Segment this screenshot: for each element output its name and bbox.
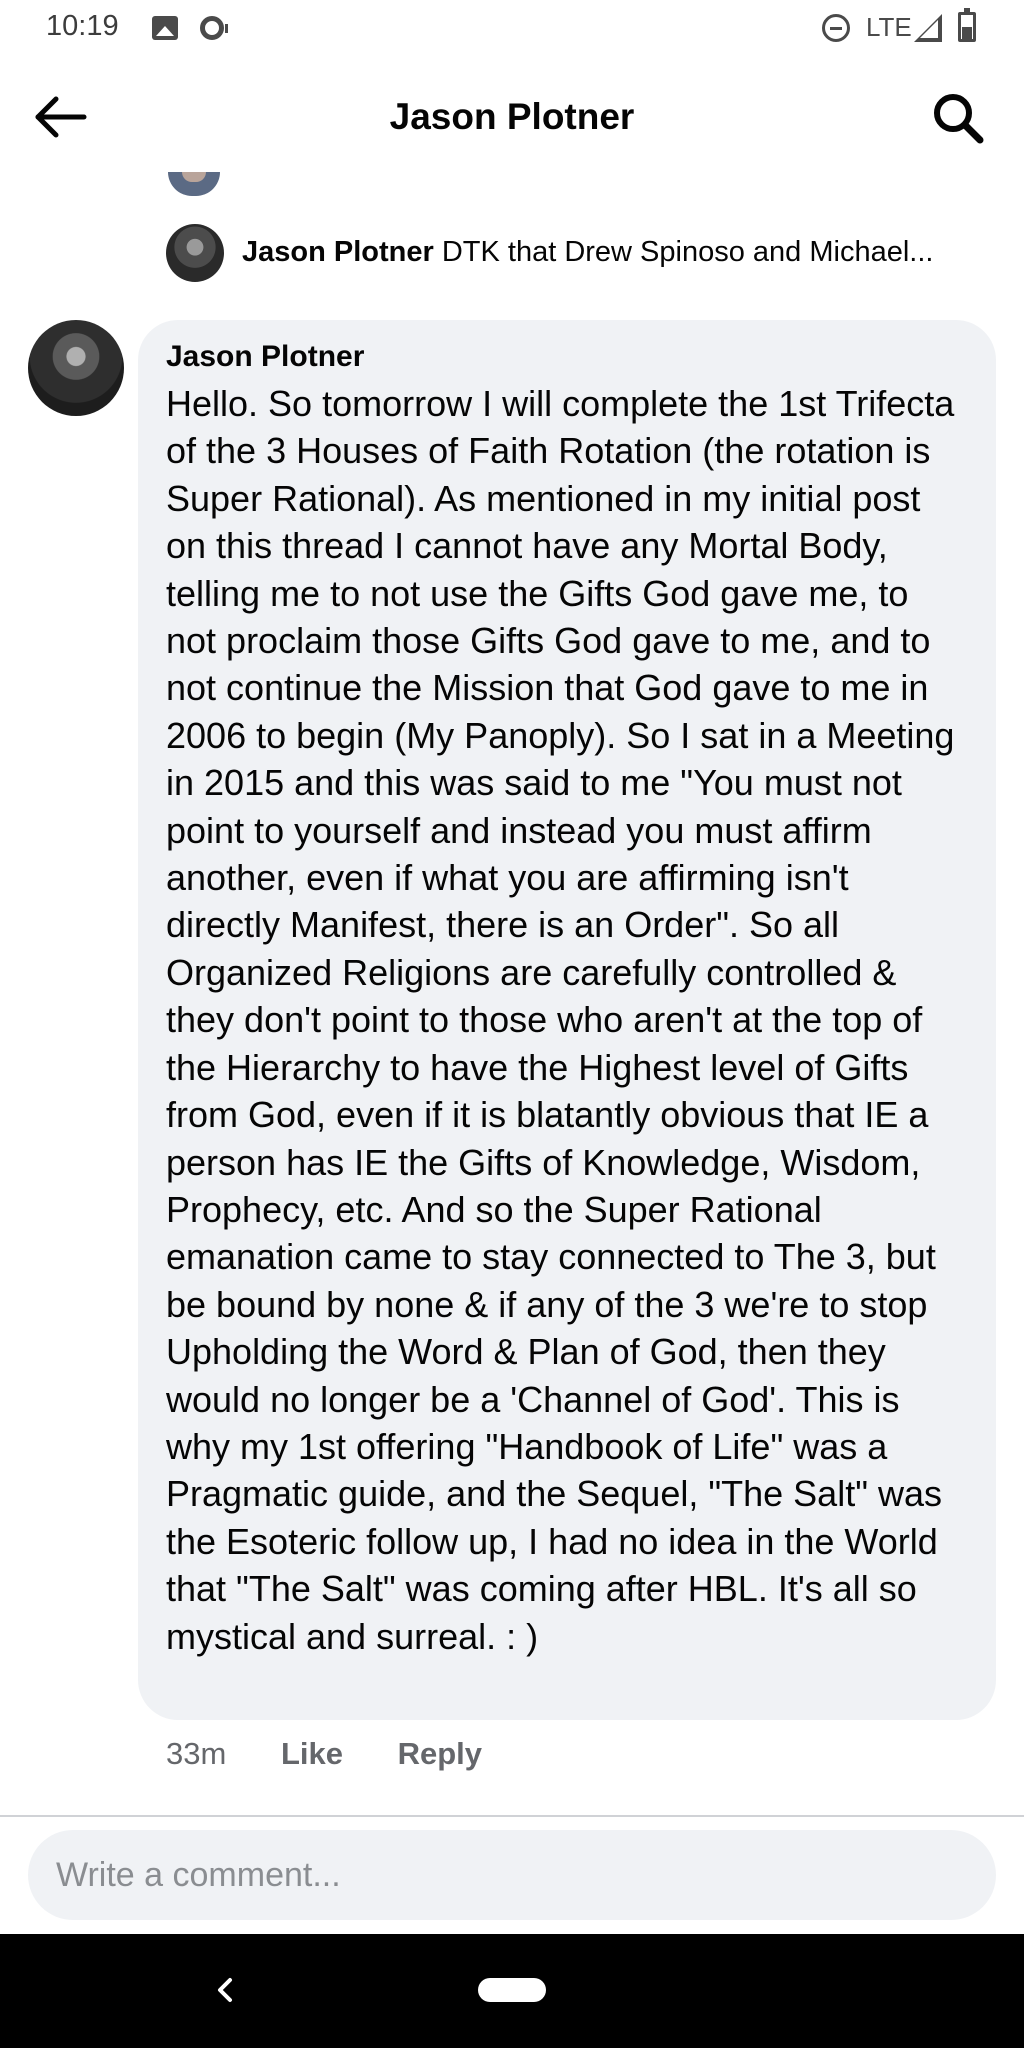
comment-author[interactable]: Jason Plotner — [166, 338, 968, 376]
do-not-disturb-icon — [822, 14, 850, 42]
status-time: 10:19 — [46, 10, 119, 42]
previous-avatar-partial — [168, 172, 220, 196]
podcast-icon — [200, 16, 228, 40]
search-icon — [934, 94, 984, 144]
network-type: LTE — [866, 12, 912, 42]
page-title: Jason Plotner — [389, 96, 635, 137]
header: Jason Plotner — [0, 56, 1024, 176]
avatar[interactable] — [166, 224, 224, 282]
nav-back-button[interactable] — [204, 1970, 244, 2010]
comment-timestamp: 33m — [166, 1736, 227, 1771]
chevron-left-icon — [218, 1978, 232, 2002]
signal-icon — [914, 14, 942, 42]
comment-body: Hello. So tomorrow I will complete the 1… — [166, 383, 955, 1657]
battery-icon — [958, 8, 976, 42]
previous-reply[interactable]: Jason Plotner DTK that Drew Spinoso and … — [166, 224, 986, 284]
divider — [0, 1815, 1024, 1817]
avatar[interactable] — [28, 320, 124, 416]
home-pill-button[interactable] — [478, 1978, 546, 2002]
comment-actions: 33m Like Reply — [166, 1736, 482, 1776]
comment-composer[interactable] — [28, 1830, 996, 1920]
previous-reply-snippet: DTK that Drew Spinoso and Michael... — [441, 236, 934, 268]
previous-reply-text: Jason Plotner DTK that Drew Spinoso and … — [242, 236, 987, 269]
reply-button[interactable]: Reply — [398, 1736, 482, 1772]
search-button[interactable] — [930, 90, 986, 146]
comment-input[interactable] — [56, 1854, 956, 1896]
image-icon — [152, 16, 178, 40]
comment-bubble[interactable]: Jason Plotner Hello. So tomorrow I will … — [138, 320, 996, 1720]
previous-reply-author[interactable]: Jason Plotner — [242, 236, 434, 268]
status-bar: 10:19 LTE — [0, 0, 1024, 56]
system-nav-bar — [0, 1934, 1024, 2048]
like-button[interactable]: Like — [281, 1736, 343, 1772]
